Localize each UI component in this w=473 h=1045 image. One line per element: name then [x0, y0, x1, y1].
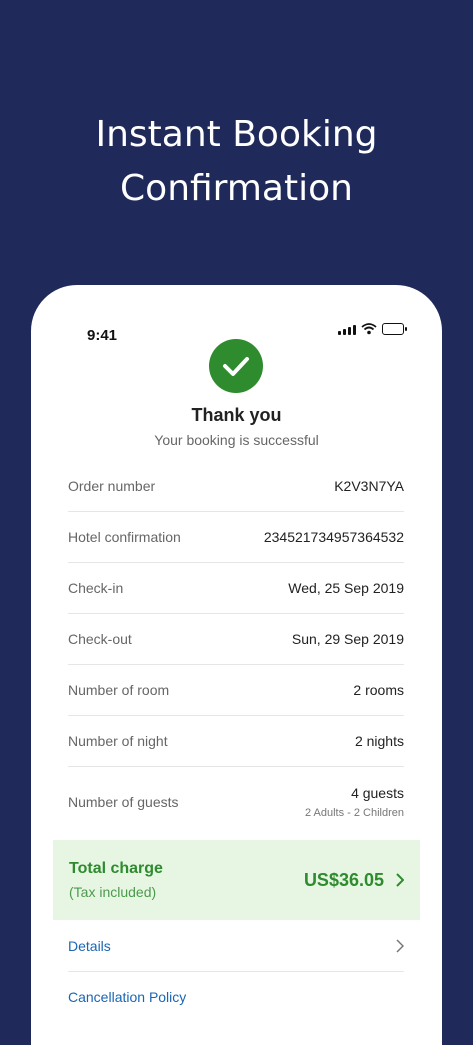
detail-row-check-in: Check-in Wed, 25 Sep 2019: [68, 563, 404, 614]
detail-row-check-out: Check-out Sun, 29 Sep 2019: [68, 614, 404, 665]
detail-value: Wed, 25 Sep 2019: [288, 580, 404, 596]
chevron-right-icon: [396, 873, 404, 887]
marketing-headline: Instant Booking Confirmation: [0, 108, 473, 216]
battery-icon: [382, 323, 407, 335]
phone-screen: 9:41 Thank you Your booking is successfu…: [31, 285, 442, 1045]
detail-label: Order number: [68, 478, 156, 494]
total-charge-button[interactable]: Total charge (Tax included) US$36.05: [53, 840, 420, 920]
detail-label: Check-in: [68, 580, 124, 596]
headline-line-1: Instant Booking: [95, 114, 378, 155]
total-charge-labels: Total charge (Tax included): [69, 860, 163, 900]
total-amount: US$36.05: [303, 869, 384, 890]
detail-value: 2 rooms: [353, 682, 404, 698]
success-check-icon: [209, 339, 263, 393]
detail-value: 4 guests 2 Adults - 2 Children: [305, 785, 404, 819]
wifi-icon: [361, 323, 377, 335]
guests-count: 4 guests: [351, 785, 404, 801]
detail-label: Number of night: [68, 733, 168, 749]
confirmation-subtitle: Your booking is successful: [154, 432, 319, 448]
detail-row-hotel-confirmation: Hotel confirmation 234521734957364532: [68, 512, 404, 563]
status-icons: [338, 323, 407, 335]
detail-label: Number of room: [68, 682, 170, 698]
detail-label: Number of guests: [68, 794, 179, 810]
detail-value: Sun, 29 Sep 2019: [291, 631, 404, 647]
booking-links: Details Cancellation Policy: [68, 921, 404, 1022]
cancellation-policy-link[interactable]: Cancellation Policy: [68, 972, 404, 1022]
detail-value: 2 nights: [354, 733, 404, 749]
detail-label: Hotel confirmation: [68, 529, 181, 545]
details-link[interactable]: Details: [68, 921, 404, 972]
detail-row-guests: Number of guests 4 guests 2 Adults - 2 C…: [68, 767, 404, 837]
total-amount-wrap: US$36.05: [304, 870, 404, 891]
total-charge-label: Total charge: [69, 860, 163, 877]
booking-details: Order number K2V3N7YA Hotel confirmation…: [68, 461, 404, 837]
status-time: 9:41: [87, 327, 118, 344]
detail-row-rooms: Number of room 2 rooms: [68, 665, 404, 716]
detail-label: Check-out: [68, 631, 132, 647]
guests-breakdown: 2 Adults - 2 Children: [304, 807, 404, 819]
details-link-label: Details: [68, 938, 111, 954]
confirmation-title: Thank you: [191, 405, 282, 425]
cancellation-link-label: Cancellation Policy: [68, 989, 187, 1005]
chevron-right-icon: [396, 939, 404, 953]
detail-row-order-number: Order number K2V3N7YA: [68, 461, 404, 512]
detail-row-nights: Number of night 2 nights: [68, 716, 404, 767]
detail-value: 234521734957364532: [263, 529, 404, 545]
tax-note: (Tax included): [69, 884, 157, 900]
headline-line-2: Confirmation: [120, 168, 353, 209]
signal-icon: [338, 324, 356, 335]
detail-value: K2V3N7YA: [334, 478, 404, 494]
